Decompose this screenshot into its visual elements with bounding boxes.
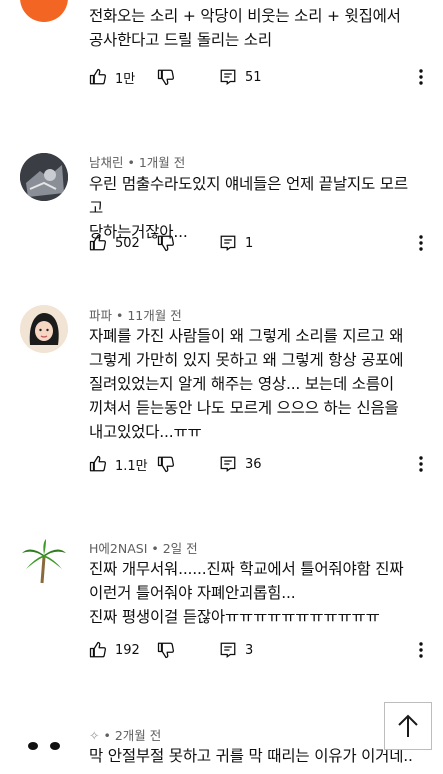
comment-meta: 파파 • 11개월 전: [89, 308, 182, 323]
comment-actions: 1.1만 36: [89, 452, 429, 476]
thumb-down-icon: [157, 235, 175, 252]
comment-actions: 502 1: [89, 231, 429, 255]
thumb-up-icon: [89, 641, 107, 658]
like-button[interactable]: 192: [89, 638, 140, 662]
reply-button[interactable]: 1: [219, 231, 253, 255]
more-vert-icon: [419, 456, 423, 472]
comment-time: 11개월 전: [127, 308, 182, 323]
more-options-button[interactable]: [414, 65, 428, 89]
comment-time: 2일 전: [162, 541, 198, 556]
like-button[interactable]: 1.1만: [89, 452, 148, 476]
avatar[interactable]: [20, 153, 68, 201]
dislike-button[interactable]: [157, 638, 175, 662]
more-vert-icon: [419, 69, 423, 85]
comment-actions: 1만 51: [89, 65, 429, 89]
dislike-button[interactable]: [157, 231, 175, 255]
avatar[interactable]: [20, 537, 68, 585]
like-count: 502: [115, 235, 140, 251]
comment-text: 막 안절부절 못하고 귀를 막 때리는 이유가 이거네..: [89, 747, 413, 765]
like-button[interactable]: 502: [89, 231, 140, 255]
like-count: 1.1만: [115, 458, 148, 474]
like-button[interactable]: 1만: [89, 65, 135, 89]
author-name[interactable]: 파파: [89, 308, 112, 323]
arrow-up-icon: [398, 714, 418, 737]
more-options-button[interactable]: [414, 231, 428, 255]
reply-icon: [220, 235, 236, 252]
reply-count: 1: [245, 235, 254, 251]
more-vert-icon: [419, 235, 423, 251]
thumb-up-icon: [89, 234, 107, 251]
reply-button[interactable]: 3: [219, 638, 253, 662]
reply-count: 3: [245, 642, 254, 658]
reply-count: 51: [245, 69, 262, 85]
author-name[interactable]: H에2NASI: [89, 541, 147, 556]
thumb-down-icon: [157, 69, 175, 86]
thumb-down-icon: [157, 456, 175, 473]
scroll-to-top-button[interactable]: [384, 702, 432, 750]
dislike-button[interactable]: [157, 452, 175, 476]
like-count: 192: [115, 642, 140, 658]
like-count: 1만: [115, 71, 136, 87]
comment-text: 전화오는 소리 + 악당이 비웃는 소리 + 윗집에서 공사한다고 드릴 돌리는…: [89, 7, 401, 49]
avatar[interactable]: [20, 722, 68, 770]
avatar[interactable]: [20, 0, 68, 22]
reply-button[interactable]: 51: [219, 65, 262, 89]
comment-time: 1개월 전: [138, 155, 186, 170]
reply-button[interactable]: 36: [219, 452, 262, 476]
thumb-up-icon: [89, 68, 107, 85]
author-emoji-placeholder: ✧: [89, 728, 100, 743]
author-name[interactable]: 남채린: [89, 155, 124, 170]
more-options-button[interactable]: [414, 452, 428, 476]
comment-actions: 192 3: [89, 638, 429, 662]
comment-meta: H에2NASI • 2일 전: [89, 541, 198, 556]
comment-text: 자폐를 가진 사람들이 왜 그렇게 소리를 지르고 왜 그렇게 가만히 있지 못…: [89, 327, 404, 441]
reply-count: 36: [245, 456, 262, 472]
more-options-button[interactable]: [414, 638, 428, 662]
comment-meta: 남채린 • 1개월 전: [89, 155, 186, 170]
more-vert-icon: [419, 642, 423, 658]
dislike-button[interactable]: [157, 65, 175, 89]
thumb-down-icon: [157, 642, 175, 659]
reply-icon: [220, 642, 236, 659]
avatar[interactable]: [20, 305, 68, 353]
comment-text: 진짜 개무서워......진짜 학교에서 틀어줘야함 진짜 이런거 틀어줘야 자…: [89, 560, 404, 626]
thumb-up-icon: [89, 455, 107, 472]
reply-icon: [220, 69, 236, 86]
reply-icon: [220, 456, 236, 473]
comment-meta: ✧ • 2개월 전: [89, 728, 162, 743]
comment-time: 2개월 전: [114, 728, 162, 743]
